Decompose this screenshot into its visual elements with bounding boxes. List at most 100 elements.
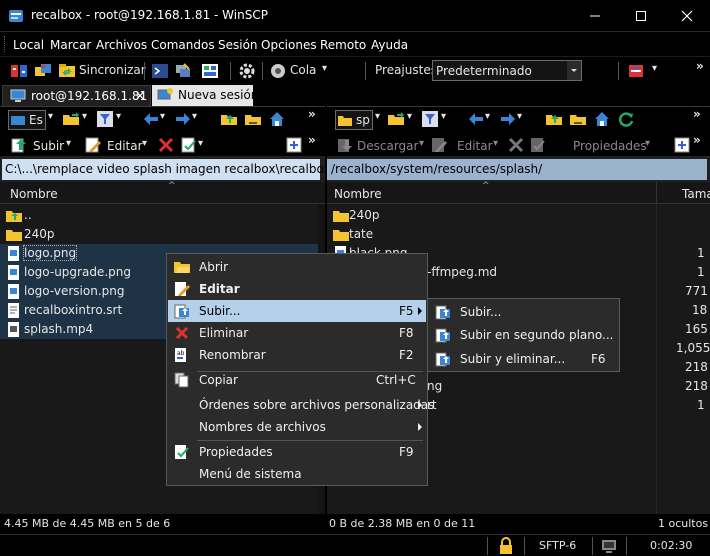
chevron-down-icon[interactable]: ▾: [645, 138, 650, 149]
column-name[interactable]: Nombre: [334, 187, 382, 201]
delete-icon[interactable]: [157, 136, 175, 154]
chevron-down-icon[interactable]: ▾: [142, 138, 147, 149]
console-icon[interactable]: [151, 62, 169, 80]
new-item-icon[interactable]: [673, 136, 691, 154]
right-dir-select[interactable]: sp: [335, 110, 373, 130]
menu-sesion[interactable]: Sesión: [218, 38, 258, 52]
properties-icon[interactable]: [529, 136, 547, 154]
menu-local[interactable]: Local: [13, 38, 44, 52]
queue-icon[interactable]: [269, 62, 287, 80]
menu-opciones[interactable]: Opciones: [261, 38, 317, 52]
submenu-item-upload-background[interactable]: Subir en segundo plano...: [429, 324, 618, 346]
chevron-down-icon[interactable]: ▾: [66, 138, 71, 149]
queue-dropdown-icon[interactable]: ▾: [322, 63, 327, 74]
open-folder-icon[interactable]: [62, 110, 80, 128]
forward-arrow-icon[interactable]: [174, 110, 192, 128]
toolbar-overflow-icon[interactable]: »: [308, 133, 316, 147]
chevron-down-icon[interactable]: ▾: [517, 111, 522, 122]
open-folder-icon[interactable]: [387, 110, 405, 128]
download-button[interactable]: Descargar: [357, 139, 418, 153]
right-path-bar[interactable]: /recalbox/system/resources/splash/: [327, 159, 707, 180]
gear-icon[interactable]: [238, 62, 256, 80]
workspace-icon[interactable]: [201, 62, 219, 80]
column-size[interactable]: Tama: [682, 187, 710, 201]
toolbar-overflow-icon[interactable]: »: [308, 107, 316, 121]
compare-dirs-icon[interactable]: [10, 62, 28, 80]
left-path-bar[interactable]: C:\...\remplace video splash imagen reca…: [2, 159, 335, 180]
parent-dir-icon[interactable]: [220, 110, 238, 128]
presets-select[interactable]: Predeterminado: [432, 60, 582, 81]
menu-archivos[interactable]: Archivos: [96, 38, 147, 52]
new-item-icon[interactable]: [285, 136, 303, 154]
list-item[interactable]: 240p: [0, 225, 318, 244]
filter-icon[interactable]: [421, 110, 439, 128]
maximize-button[interactable]: [618, 0, 664, 31]
tab-session[interactable]: root@192.168.1.81 ✕: [2, 85, 151, 106]
tab-new-session[interactable]: Nueva sesión: [152, 85, 258, 106]
delete-icon[interactable]: [507, 136, 525, 154]
chevron-down-icon[interactable]: ▾: [493, 138, 498, 149]
left-drive-select[interactable]: Es: [8, 110, 46, 130]
menu-item-copy[interactable]: Copiar Ctrl+C: [168, 369, 426, 391]
edit-icon[interactable]: [84, 136, 102, 154]
parent-dir-icon[interactable]: [545, 110, 563, 128]
chevron-down-icon[interactable]: ▾: [82, 111, 87, 122]
synchronize-button[interactable]: Sincronizar: [79, 63, 146, 77]
chevron-down-icon[interactable]: ▾: [48, 111, 53, 122]
chevron-down-icon[interactable]: ▾: [198, 138, 203, 149]
chevron-down-icon[interactable]: ▾: [375, 111, 380, 122]
lock-icon[interactable]: [497, 537, 515, 555]
edit-icon[interactable]: [430, 136, 448, 154]
sync-browse-icon[interactable]: [34, 62, 52, 80]
chevron-down-icon[interactable]: ▾: [419, 138, 424, 149]
menu-item-custom-commands[interactable]: Órdenes sobre archivos personalizadas: [168, 394, 434, 416]
chevron-down-icon[interactable]: ▾: [407, 111, 412, 122]
transfer-settings-icon[interactable]: [627, 62, 645, 80]
menu-item-delete[interactable]: Eliminar F8: [168, 322, 426, 344]
refresh-icon[interactable]: [617, 110, 635, 128]
menu-item-rename[interactable]: ab Renombrar F2: [168, 344, 426, 366]
edit-button[interactable]: Editar: [457, 139, 493, 153]
menu-ayuda[interactable]: Ayuda: [371, 38, 408, 52]
queue-button[interactable]: Cola: [290, 63, 316, 77]
toolbar-overflow-icon[interactable]: »: [696, 59, 704, 73]
tab-close-icon[interactable]: ✕: [135, 89, 145, 103]
root-dir-icon[interactable]: [569, 110, 587, 128]
chevron-down-icon[interactable]: ▾: [192, 111, 197, 122]
home-icon[interactable]: [268, 110, 286, 128]
column-name[interactable]: Nombre: [10, 187, 58, 201]
edit-button[interactable]: Editar: [107, 139, 143, 153]
menu-item-upload[interactable]: Subir... F5: [168, 300, 426, 322]
chevron-down-icon[interactable]: ▾: [116, 111, 121, 122]
properties-icon[interactable]: [180, 136, 198, 154]
chevron-down-icon[interactable]: ▾: [441, 111, 446, 122]
column-divider[interactable]: [656, 182, 657, 204]
back-arrow-icon[interactable]: [142, 110, 160, 128]
back-arrow-icon[interactable]: [467, 110, 485, 128]
toolbar-grip[interactable]: [4, 36, 7, 52]
toolbar-overflow-icon[interactable]: »: [693, 133, 701, 147]
download-icon[interactable]: [336, 136, 354, 154]
upload-icon[interactable]: [10, 136, 28, 154]
list-item[interactable]: ..: [0, 206, 318, 225]
monitor-icon[interactable]: [600, 537, 618, 555]
list-item[interactable]: tate: [327, 225, 710, 244]
chevron-down-icon[interactable]: ▾: [485, 111, 490, 122]
synchronize-icon[interactable]: [58, 62, 76, 80]
menu-marcar[interactable]: Marcar: [50, 38, 91, 52]
menu-item-edit[interactable]: Editar: [168, 278, 426, 300]
menu-item-properties[interactable]: Propiedades F9: [168, 441, 426, 463]
submenu-item-upload-delete[interactable]: Subir y eliminar... F6: [429, 348, 618, 370]
chevron-down-icon[interactable]: ▾: [160, 111, 165, 122]
home-icon[interactable]: [593, 110, 611, 128]
chevron-down-icon[interactable]: ▾: [652, 63, 657, 74]
menu-item-system-menu[interactable]: Menú de sistema: [168, 463, 426, 485]
menu-item-file-names[interactable]: Nombres de archivos: [168, 416, 426, 438]
close-button[interactable]: [664, 0, 710, 31]
submenu-item-upload[interactable]: Subir...: [429, 301, 618, 323]
putty-icon[interactable]: [174, 62, 192, 80]
forward-arrow-icon[interactable]: [499, 110, 517, 128]
minimize-button[interactable]: [572, 0, 618, 31]
root-dir-icon[interactable]: [244, 110, 262, 128]
filter-icon[interactable]: [96, 110, 114, 128]
